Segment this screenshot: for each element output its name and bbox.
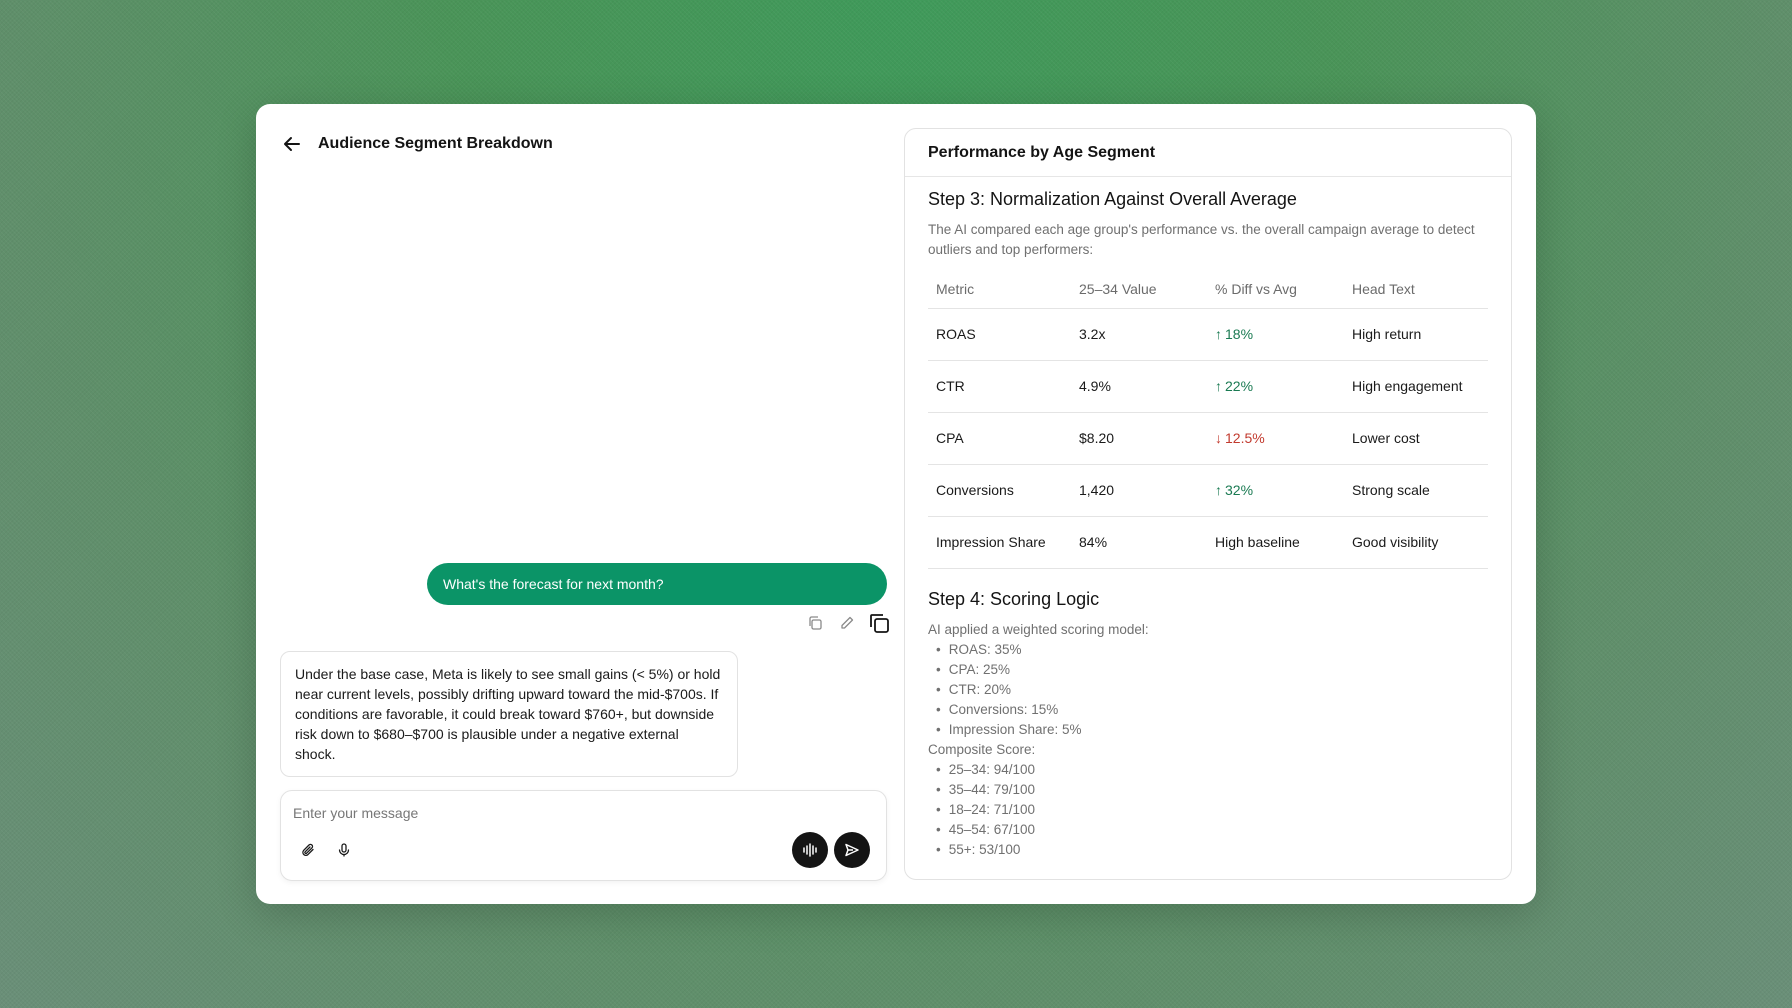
- head-text-cell: Good visibility: [1344, 516, 1488, 569]
- arrow-up-icon: ↑: [1215, 482, 1222, 498]
- metric-cell: ROAS: [928, 308, 1071, 361]
- copy-button[interactable]: [804, 612, 826, 634]
- duplicate-button[interactable]: [868, 612, 890, 634]
- diff-cell: ↑ 32%: [1207, 464, 1344, 517]
- voice-mode-button[interactable]: [792, 832, 828, 868]
- edit-button[interactable]: [836, 612, 858, 634]
- copy-icon: [809, 616, 822, 630]
- composite-score-label: Composite Score:: [928, 741, 1036, 757]
- head-text-cell: High return: [1344, 308, 1488, 361]
- list-item: ROAS: 35%: [928, 640, 1488, 660]
- table-row: CPA $8.20 ↓ 12.5% Lower cost: [928, 412, 1488, 465]
- diff-cell: High baseline: [1207, 516, 1344, 569]
- diff-cell: ↑ 22%: [1207, 360, 1344, 413]
- diff-value: 32%: [1225, 482, 1254, 498]
- list-item: 25–34: 94/100: [928, 760, 1488, 780]
- send-icon: [845, 843, 859, 857]
- list-item: Conversions: 15%: [928, 700, 1488, 720]
- send-button[interactable]: [834, 832, 870, 868]
- diff-value: 12.5%: [1225, 430, 1265, 446]
- value-cell: 4.9%: [1071, 360, 1207, 413]
- message-composer: [280, 790, 887, 881]
- list-item: CPA: 25%: [928, 660, 1488, 680]
- scoring-intro: AI applied a weighted scoring model:: [928, 621, 1149, 637]
- user-message-text: What's the forecast for next month?: [443, 576, 664, 592]
- step3-title: Step 3: Normalization Against Overall Av…: [928, 189, 1297, 209]
- column-header: % Diff vs Avg: [1207, 270, 1344, 309]
- list-item: 45–54: 67/100: [928, 820, 1488, 840]
- duplicate-icon: [870, 614, 889, 633]
- step4-title: Step 4: Scoring Logic: [928, 588, 1100, 609]
- step3-description: The AI compared each age group's perform…: [928, 222, 1475, 257]
- microphone-button[interactable]: [333, 839, 355, 861]
- table-header-row: Metric 25–34 Value % Diff vs Avg Head Te…: [928, 270, 1488, 309]
- weights-list: ROAS: 35% CPA: 25% CTR: 20% Conversions:…: [928, 640, 1488, 740]
- normalization-table: Metric 25–34 Value % Diff vs Avg Head Te…: [928, 270, 1488, 569]
- arrow-up-icon: ↑: [1215, 378, 1222, 394]
- list-item: CTR: 20%: [928, 680, 1488, 700]
- metric-cell: CPA: [928, 412, 1071, 465]
- list-item: 55+: 53/100: [928, 840, 1488, 860]
- chat-header: Audience Segment Breakdown: [280, 128, 553, 160]
- head-text-cell: High engagement: [1344, 360, 1488, 413]
- paperclip-icon: [302, 843, 314, 857]
- diff-value: 18%: [1225, 326, 1254, 342]
- chat-title: Audience Segment Breakdown: [318, 135, 553, 152]
- scores-list: 25–34: 94/100 35–44: 79/100 18–24: 71/10…: [928, 760, 1488, 860]
- microphone-icon: [338, 843, 350, 857]
- diff-cell: ↓ 12.5%: [1207, 412, 1344, 465]
- back-button[interactable]: [280, 132, 304, 156]
- column-header: 25–34 Value: [1071, 270, 1207, 309]
- column-header: Head Text: [1344, 270, 1488, 309]
- arrow-down-icon: ↓: [1215, 430, 1222, 446]
- column-header: Metric: [928, 270, 1071, 309]
- pencil-icon: [841, 616, 854, 629]
- message-actions: [804, 612, 890, 634]
- list-item: Impression Share: 5%: [928, 720, 1488, 740]
- assistant-message-text: Under the base case, Meta is likely to s…: [295, 666, 721, 762]
- user-message-bubble: What's the forecast for next month?: [427, 563, 887, 605]
- table-row: ROAS 3.2x ↑ 18% High return: [928, 308, 1488, 361]
- table-row: CTR 4.9% ↑ 22% High engagement: [928, 360, 1488, 413]
- list-item: 18–24: 71/100: [928, 800, 1488, 820]
- analysis-panel: Performance by Age Segment Step 3: Norma…: [904, 128, 1512, 880]
- value-cell: 1,420: [1071, 464, 1207, 517]
- arrow-up-icon: ↑: [1215, 326, 1222, 342]
- table-row: Conversions 1,420 ↑ 32% Strong scale: [928, 464, 1488, 517]
- assistant-message-bubble: Under the base case, Meta is likely to s…: [280, 651, 738, 777]
- metric-cell: Conversions: [928, 464, 1071, 517]
- value-cell: 84%: [1071, 516, 1207, 569]
- table-row: Impression Share 84% High baseline Good …: [928, 516, 1488, 569]
- metric-cell: Impression Share: [928, 516, 1071, 569]
- diff-cell: ↑ 18%: [1207, 308, 1344, 361]
- metric-cell: CTR: [928, 360, 1071, 413]
- diff-value: 22%: [1225, 378, 1254, 394]
- message-input[interactable]: [293, 803, 853, 823]
- attach-button[interactable]: [297, 839, 319, 861]
- waveform-icon: [803, 843, 817, 857]
- arrow-left-icon: [284, 137, 300, 151]
- head-text-cell: Strong scale: [1344, 464, 1488, 517]
- value-cell: 3.2x: [1071, 308, 1207, 361]
- panel-body: Step 3: Normalization Against Overall Av…: [928, 189, 1488, 860]
- head-text-cell: Lower cost: [1344, 412, 1488, 465]
- list-item: 35–44: 79/100: [928, 780, 1488, 800]
- panel-title: Performance by Age Segment: [905, 129, 1511, 177]
- value-cell: $8.20: [1071, 412, 1207, 465]
- app-window: Audience Segment Breakdown What's the fo…: [256, 104, 1536, 904]
